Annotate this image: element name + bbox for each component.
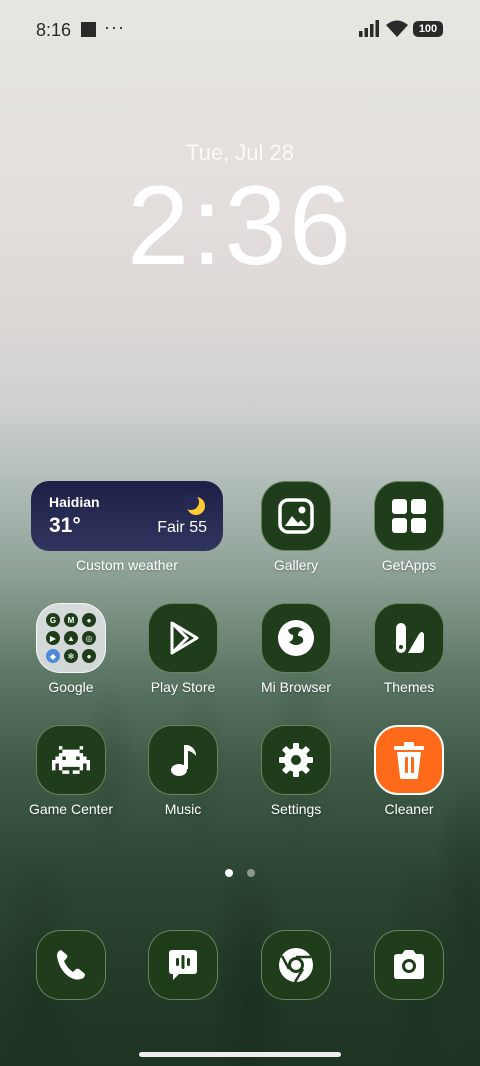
app-label-game-center: Game Center [28,801,114,817]
camera-icon[interactable] [374,930,444,1000]
weather-widget[interactable]: Haidian 31° Fair 55 [31,481,223,551]
more-notifications-icon: ··· [104,17,125,37]
play-store-icon[interactable] [148,603,218,673]
status-time: 8:16 [36,20,72,40]
app-label-mi-browser: Mi Browser [260,679,331,695]
account-icon: ● [82,649,96,663]
app-label-themes: Themes [383,679,435,695]
dock-messages[interactable] [128,930,238,1000]
status-bar: 8:16 ··· 100 [0,0,480,60]
app-label-cleaner: Cleaner [384,801,434,817]
app-cleaner[interactable]: Cleaner [354,725,464,817]
youtube-icon: ▶ [46,631,60,645]
messages-icon[interactable] [148,930,218,1000]
app-themes[interactable]: Themes [354,603,464,695]
voice-search-icon: ● [82,613,96,627]
app-label-google: Google [48,679,94,695]
getapps-icon[interactable] [374,481,444,551]
page-indicator [0,864,480,882]
mi-browser-icon[interactable] [261,603,331,673]
app-label-settings: Settings [270,801,322,817]
page-dot[interactable] [247,869,256,877]
photos-icon: ◆ [46,649,60,663]
weather-widget-label: Custom weather [76,557,178,573]
app-music[interactable]: Music [128,725,238,817]
app-play-store[interactable]: Play Store [128,603,238,695]
weather-temperature: 31° [49,514,81,537]
battery-indicator: 100 [413,21,443,37]
app-label-music: Music [164,801,202,817]
cleaner-trash-icon[interactable] [374,725,444,795]
lockscreen-clock: 2:36 [127,163,353,288]
dock-phone[interactable] [16,930,126,1000]
app-game-center[interactable]: Game Center [16,725,126,817]
chrome-icon[interactable] [261,930,331,1000]
dock-camera[interactable] [354,930,464,1000]
drive-icon: ▲ [64,631,78,645]
app-getapps[interactable]: GetApps [354,481,464,573]
folder-google[interactable]: G M ● ▶ ▲ ◎ ◆ ✻ ● Google [16,603,126,695]
gallery-icon[interactable] [261,481,331,551]
app-label-play-store: Play Store [150,679,216,695]
gmail-icon: M [64,613,78,627]
settings-gear-icon[interactable] [261,725,331,795]
app-settings[interactable]: Settings [241,725,351,817]
notification-icon [81,22,96,37]
weather-city: Haidian [49,494,100,510]
dock-chrome[interactable] [241,930,351,1000]
lens-icon: ◎ [82,631,96,645]
app-label-getapps: GetApps [381,557,437,573]
phone-icon[interactable] [36,930,106,1000]
page-dot-active[interactable] [224,869,233,877]
google-search-icon: G [46,613,60,627]
themes-icon[interactable] [374,603,444,673]
moon-icon [185,495,205,515]
home-indicator-bar[interactable] [139,1052,341,1057]
signal-icon [359,20,379,37]
app-mi-browser[interactable]: Mi Browser [241,603,351,695]
google-folder-icon[interactable]: G M ● ▶ ▲ ◎ ◆ ✻ ● [36,603,106,673]
wifi-icon [386,20,408,37]
game-center-icon[interactable] [36,725,106,795]
pinwheel-icon: ✻ [64,649,78,663]
app-label-gallery: Gallery [273,557,319,573]
music-note-icon[interactable] [148,725,218,795]
app-gallery[interactable]: Gallery [241,481,351,573]
weather-condition: Fair 55 [157,519,207,536]
